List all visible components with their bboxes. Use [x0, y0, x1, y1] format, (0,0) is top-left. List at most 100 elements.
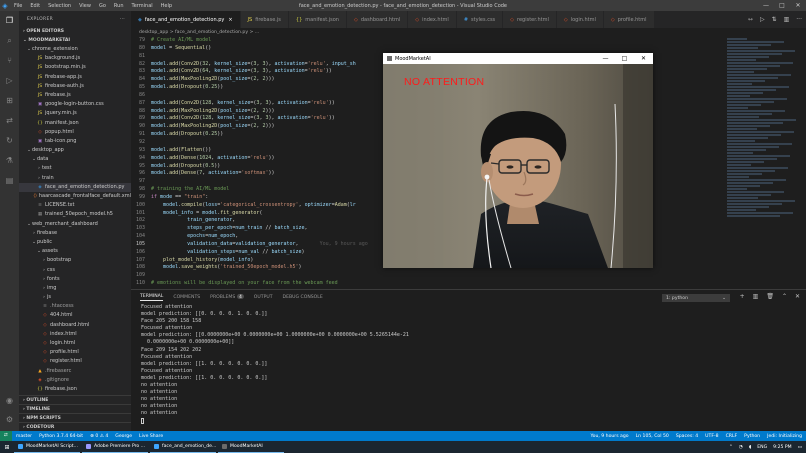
breadcrumb[interactable]: desktop_app > face_and_emotion_detection… [131, 28, 806, 37]
menu-item-file[interactable]: File [14, 3, 22, 9]
menu-item-terminal[interactable]: Terminal [132, 3, 153, 9]
close-button[interactable]: ✕ [790, 0, 806, 11]
file-item[interactable]: ≡ LICENSE.txt [19, 201, 131, 210]
remote-icon[interactable]: ⇄ [4, 115, 15, 126]
tab-login-html[interactable]: ◇ login.html [556, 11, 604, 28]
tab-comments[interactable]: COMMENTS [173, 295, 200, 300]
file-item[interactable]: JS firebase-auth.js [19, 82, 131, 91]
folder-item[interactable]: › img [19, 284, 131, 293]
section-codetour[interactable]: › CODETOUR [19, 422, 131, 431]
tab-output[interactable]: OUTPUT [254, 295, 273, 300]
minimap[interactable] [721, 37, 806, 289]
remote-indicator-icon[interactable]: ⇄ [0, 431, 12, 441]
popup-minimize-button[interactable]: — [596, 53, 615, 64]
tab-firebase-js[interactable]: JS firebase.js [240, 11, 289, 28]
run-debug-icon[interactable]: ▷ [4, 75, 15, 86]
clock[interactable]: 9:25 PM [773, 445, 792, 450]
folder-item[interactable]: ⌄ assets [19, 247, 131, 256]
file-item[interactable]: ◇ dashboard.html [19, 321, 131, 330]
taskbar-app[interactable]: face_and_emotion_de... [150, 441, 216, 453]
tab-terminal[interactable]: TERMINAL [140, 294, 164, 301]
volume-icon[interactable]: ◖ [749, 445, 751, 450]
tray-chevron-icon[interactable]: ⌃ [729, 445, 733, 450]
folder-item[interactable]: › bootstrap [19, 256, 131, 265]
source-control-icon[interactable]: ⑂ [4, 55, 15, 66]
status-right-item[interactable]: Jedi: Initializing [767, 434, 802, 439]
popup-close-button[interactable]: ✕ [634, 53, 653, 64]
file-item[interactable]: ◇ 404.html [19, 311, 131, 320]
status-right-item[interactable]: UTF-8 [705, 434, 718, 439]
status-right-item[interactable]: Ln 105, Col 50 [636, 434, 669, 439]
folder-item[interactable]: › train [19, 174, 131, 183]
status-left-item[interactable]: George [115, 434, 132, 439]
terminal-output[interactable]: Focused attention model prediction: [[0. … [131, 304, 806, 425]
file-item[interactable]: JS bootstrap.min.js [19, 63, 131, 72]
file-item[interactable]: ◇ login.html [19, 339, 131, 348]
popup-maximize-button[interactable]: □ [615, 53, 634, 64]
search-icon[interactable]: ⌕ [4, 35, 15, 46]
section-npm-scripts[interactable]: › NPM SCRIPTS [19, 413, 131, 422]
status-left-item[interactable]: master [16, 434, 32, 439]
menu-item-selection[interactable]: Selection [48, 3, 71, 9]
split-view-icon[interactable]: ▥ [784, 16, 790, 23]
language-indicator[interactable]: ENG [757, 445, 767, 450]
menu-item-edit[interactable]: Edit [30, 3, 40, 9]
tab-profile-html[interactable]: ◇ profile.html [603, 11, 655, 28]
file-item[interactable]: ▲ .firebaserc [19, 367, 131, 376]
tab-dashboard-html[interactable]: ◇ dashboard.html [346, 11, 409, 28]
run-icon[interactable]: ▷ [760, 16, 765, 23]
tab-face-and-emotion-detection-py[interactable]: ◆ face_and_emotion_detection.py × [131, 11, 241, 28]
file-item[interactable]: ◇ popup.html [19, 128, 131, 137]
file-item[interactable]: JS background.js [19, 54, 131, 63]
code-line[interactable]: 110 # emotions will be displayed on your … [131, 280, 721, 288]
minimize-button[interactable]: — [758, 0, 774, 11]
file-item[interactable]: ◇ register.html [19, 357, 131, 366]
file-item[interactable]: ▣ tab-icon.png [19, 137, 131, 146]
network-icon[interactable]: ◔ [739, 445, 743, 450]
menu-item-run[interactable]: Run [114, 3, 124, 9]
taskbar-app[interactable]: MoodMarketAI [218, 441, 284, 453]
maximize-button[interactable]: □ [774, 0, 790, 11]
file-item[interactable]: ▦ trained_50epoch_model.h5 [19, 210, 131, 219]
status-right-item[interactable]: Spaces: 4 [676, 434, 698, 439]
notifications-icon[interactable]: ▭ [798, 445, 802, 450]
section-timeline[interactable]: › TIMELINE [19, 404, 131, 413]
more-icon[interactable]: ··· [796, 16, 802, 23]
live-share-icon[interactable]: ↻ [4, 135, 15, 146]
status-left-item[interactable]: Python 3.7.4 64-bit [39, 434, 83, 439]
bookmarks-icon[interactable]: ▤ [4, 175, 15, 186]
file-item[interactable]: JS firebase.js [19, 91, 131, 100]
account-icon[interactable]: ◉ [4, 395, 15, 406]
plus-icon[interactable]: + [740, 293, 745, 300]
file-item[interactable]: ⟨⟩ haarcascade_frontalface_default.xml [19, 192, 131, 201]
close-tab-icon[interactable]: × [228, 17, 232, 23]
folder-item[interactable]: ⌄ desktop_app [19, 146, 131, 155]
trash-icon[interactable]: 🗑 [766, 293, 774, 300]
file-item[interactable]: {} firebase.json [19, 385, 131, 394]
status-left-item[interactable]: Live Share [139, 434, 163, 439]
folder-item[interactable]: ⌄ public [19, 238, 131, 247]
folder-item[interactable]: ⌄ web_merchant_dashboard [19, 220, 131, 229]
menu-item-view[interactable]: View [79, 3, 91, 9]
taskbar-app[interactable]: MoodMarketAI Script... [14, 441, 80, 453]
windows-start-icon[interactable]: ⊞ [0, 444, 14, 451]
file-item[interactable]: ≡ .htaccess [19, 302, 131, 311]
folder-item[interactable]: › js [19, 293, 131, 302]
file-item[interactable]: JS firebase-app.js [19, 73, 131, 82]
settings-gear-icon[interactable]: ⚙ [4, 414, 15, 425]
menu-item-help[interactable]: Help [161, 3, 172, 9]
code-line[interactable]: 109 [131, 272, 721, 280]
status-right-item[interactable]: Python [744, 434, 760, 439]
file-item[interactable]: ▣ google-login-button.css [19, 100, 131, 109]
more-actions-icon[interactable]: ··· [120, 17, 125, 22]
split-terminal-icon[interactable]: ▥ [753, 293, 759, 300]
tab-register-html[interactable]: ◇ register.html [503, 11, 557, 28]
menu-item-go[interactable]: Go [99, 3, 106, 9]
tab-debug-console[interactable]: DEBUG CONSOLE [283, 295, 323, 300]
terminal-select[interactable]: 1: python ⌄ [662, 294, 730, 302]
file-item[interactable]: ◇ profile.html [19, 348, 131, 357]
file-item[interactable]: JS jquery.min.js [19, 109, 131, 118]
close-panel-icon[interactable]: ✕ [795, 293, 800, 300]
open-editors-section[interactable]: › OPEN EDITORS [19, 27, 131, 36]
folder-item[interactable]: › test [19, 164, 131, 173]
